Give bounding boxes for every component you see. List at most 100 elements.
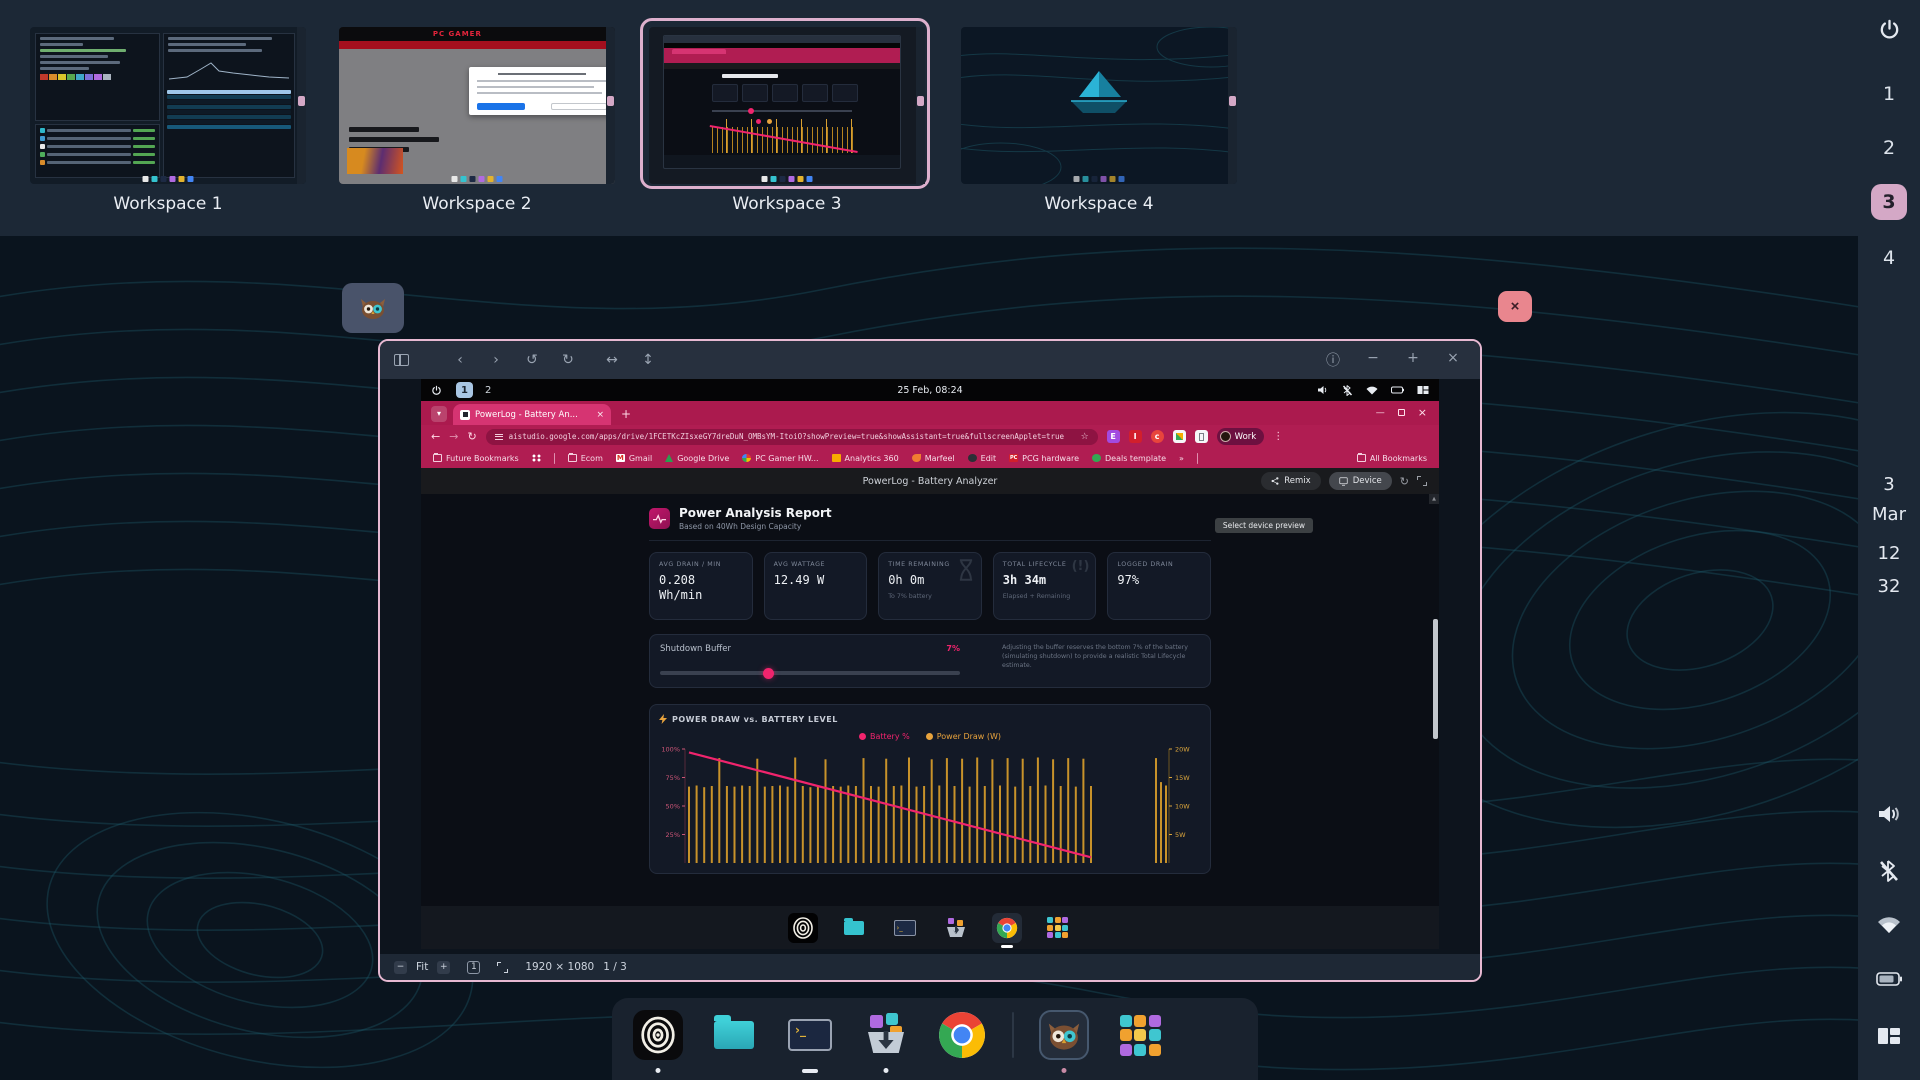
- forward-icon[interactable]: ›: [483, 352, 509, 368]
- refresh-icon[interactable]: ↻: [555, 352, 581, 368]
- workspace-4-label[interactable]: Workspace 4: [961, 194, 1237, 214]
- zoom-in-button[interactable]: +: [437, 961, 450, 974]
- browser-menu-icon[interactable]: ⋮: [1273, 431, 1283, 442]
- chrome-app-icon[interactable]: [992, 913, 1022, 943]
- slider-thumb[interactable]: [763, 668, 774, 679]
- extension-icon[interactable]: E: [1107, 430, 1120, 443]
- workspace-2-label[interactable]: Workspace 2: [339, 194, 615, 214]
- new-tab-button[interactable]: +: [621, 407, 631, 421]
- bookmark-deals-template[interactable]: Deals template: [1092, 454, 1166, 463]
- workspace-1[interactable]: Workspace 1: [30, 27, 306, 214]
- rail-workspace-1[interactable]: 1: [1858, 76, 1920, 112]
- extension-icon[interactable]: c: [1151, 430, 1164, 443]
- bookmark-pcg-hardware[interactable]: PCPCG hardware: [1009, 454, 1079, 463]
- volume-icon[interactable]: [1858, 804, 1920, 824]
- device-button[interactable]: Device: [1329, 472, 1392, 490]
- wifi-icon[interactable]: [1858, 916, 1920, 934]
- zoom-one-button[interactable]: 1: [467, 961, 480, 974]
- scrollbar-up-arrow[interactable]: ▲: [1429, 494, 1439, 504]
- dock-chrome-app[interactable]: [936, 1009, 988, 1061]
- bookmark-ecom[interactable]: Ecom: [568, 454, 603, 463]
- workspace-4[interactable]: Workspace 4: [961, 27, 1237, 214]
- terminal-app-icon[interactable]: ›_: [890, 913, 920, 943]
- zoom-out-button[interactable]: −: [394, 961, 407, 974]
- browser-forward-icon[interactable]: →: [449, 430, 458, 443]
- resize-vertical-icon[interactable]: ↕: [635, 352, 661, 368]
- dock-software-app[interactable]: [860, 1009, 912, 1061]
- fullscreen-icon[interactable]: [1417, 476, 1427, 486]
- workspace-3-label[interactable]: Workspace 3: [649, 194, 925, 214]
- bluetooth-off-icon[interactable]: [1342, 385, 1353, 396]
- bookmark-grid[interactable]: [532, 454, 541, 462]
- zoom-in-icon[interactable]: +: [1400, 350, 1426, 370]
- bluetooth-off-icon[interactable]: [1858, 860, 1920, 882]
- all-bookmarks[interactable]: All Bookmarks: [1357, 454, 1427, 463]
- power-icon[interactable]: [431, 385, 442, 396]
- clipboard-extension-icon[interactable]: [1195, 430, 1208, 443]
- browser-back-icon[interactable]: ←: [431, 430, 440, 443]
- appgrid-icon[interactable]: [1043, 913, 1073, 943]
- remix-button[interactable]: Remix: [1261, 472, 1320, 490]
- workspace-1-preview[interactable]: [30, 27, 306, 184]
- workspace-2[interactable]: PC GAMER Workspace 2: [339, 27, 615, 214]
- workspace-3[interactable]: Workspace 3: [649, 27, 925, 214]
- battery-icon[interactable]: [1858, 972, 1920, 986]
- remote-viewer-window[interactable]: ‹ › ↺ ↻ ↔ ↕ ⓘ − + × 1 2 25 Feb, 08:24: [378, 339, 1482, 982]
- workspace-1-label[interactable]: Workspace 1: [30, 194, 306, 214]
- bookmark-gmail[interactable]: MGmail: [616, 454, 652, 463]
- browser-close-icon[interactable]: ×: [1418, 406, 1427, 419]
- panel-toggle-icon[interactable]: [394, 354, 409, 366]
- undo-icon[interactable]: ↺: [519, 352, 545, 368]
- back-icon[interactable]: ‹: [447, 352, 473, 368]
- minimize-icon[interactable]: −: [1360, 350, 1386, 370]
- dock-terminal-app[interactable]: ›_: [784, 1009, 836, 1061]
- tiling-layout-icon[interactable]: [1858, 1028, 1920, 1044]
- bookmark-analytics-360[interactable]: Analytics 360: [832, 454, 899, 463]
- remote-screen[interactable]: 1 2 25 Feb, 08:24 ▾ PowerLog - Battery A…: [421, 379, 1439, 949]
- fullscreen-button[interactable]: [497, 962, 508, 973]
- workspace-2-preview[interactable]: PC GAMER: [339, 27, 615, 184]
- rail-workspace-2[interactable]: 2: [1858, 130, 1920, 166]
- activity-app-icon[interactable]: [788, 913, 818, 943]
- url-bar[interactable]: aistudio.google.com/apps/drive/1FCETKcZI…: [486, 429, 1098, 445]
- workspace-3-preview[interactable]: [649, 27, 925, 184]
- active-tab[interactable]: PowerLog - Battery An... ×: [453, 404, 611, 425]
- browser-reload-icon[interactable]: ↻: [467, 430, 476, 443]
- profile-chip[interactable]: Work: [1217, 428, 1265, 445]
- bookmark-edit[interactable]: Edit: [968, 454, 997, 463]
- browser-restore-icon[interactable]: [1398, 409, 1405, 416]
- bookmark--[interactable]: »: [1179, 454, 1184, 463]
- close-icon[interactable]: ×: [1440, 350, 1466, 370]
- software-app-icon[interactable]: [941, 913, 971, 943]
- scrollbar-thumb[interactable]: [1433, 619, 1438, 739]
- buffer-slider[interactable]: [660, 671, 960, 675]
- bookmark-marfeel[interactable]: Marfeel: [912, 454, 955, 463]
- power-icon[interactable]: [1858, 18, 1920, 41]
- battery-icon[interactable]: [1391, 386, 1404, 394]
- extension-icon[interactable]: [1173, 430, 1186, 443]
- rail-workspace-4[interactable]: 4: [1858, 240, 1920, 276]
- close-window-button[interactable]: ×: [1498, 291, 1532, 322]
- tab-search-chevron-icon[interactable]: ▾: [431, 406, 447, 422]
- rail-workspace-3-active[interactable]: 3: [1858, 184, 1920, 220]
- volume-icon[interactable]: [1317, 385, 1329, 395]
- dock-owl-app-active[interactable]: [1038, 1009, 1090, 1061]
- fit-label[interactable]: Fit: [416, 961, 428, 973]
- dock-appgrid[interactable]: [1114, 1009, 1166, 1061]
- focused-app-badge[interactable]: [342, 283, 404, 333]
- remote-workspace-2[interactable]: 2: [485, 385, 491, 396]
- workspace-4-preview[interactable]: [961, 27, 1237, 184]
- resize-horizontal-icon[interactable]: ↔: [599, 352, 625, 368]
- extension-icon[interactable]: I: [1129, 430, 1142, 443]
- site-controls-icon[interactable]: [495, 432, 503, 441]
- info-icon[interactable]: ⓘ: [1320, 350, 1346, 370]
- wifi-icon[interactable]: [1366, 386, 1378, 395]
- bookmark-google-drive[interactable]: Google Drive: [665, 454, 729, 463]
- tiling-layout-icon[interactable]: [1417, 386, 1429, 394]
- remote-workspace-1-active[interactable]: 1: [456, 382, 473, 398]
- reload-preview-icon[interactable]: ↻: [1400, 475, 1409, 488]
- bookmark-star-icon[interactable]: ☆: [1081, 432, 1089, 442]
- dock-files-app[interactable]: [708, 1009, 760, 1061]
- bookmark-future-bookmarks[interactable]: Future Bookmarks: [433, 454, 519, 463]
- browser-minimize-icon[interactable]: —: [1376, 408, 1385, 418]
